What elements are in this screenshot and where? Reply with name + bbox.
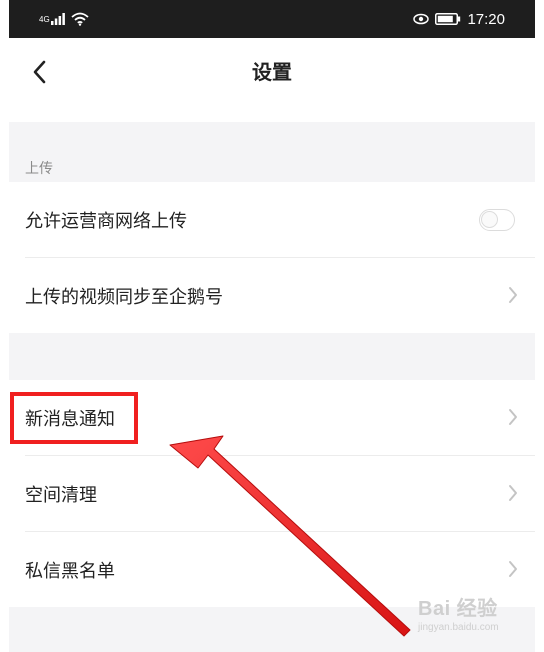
chevron-left-icon[interactable] — [30, 59, 50, 85]
status-right: 17:20 — [413, 11, 505, 28]
row-new-message-notification[interactable]: 新消息通知 — [9, 380, 535, 455]
signal-label: 4G — [39, 14, 50, 24]
carrier-upload-toggle[interactable] — [479, 209, 515, 231]
nav-bar: 设置 — [0, 38, 544, 106]
row-carrier-network-upload[interactable]: 允许运营商网络上传 — [9, 182, 535, 257]
bottom-spacer — [9, 607, 535, 652]
eye-icon — [413, 13, 430, 25]
wifi-icon — [71, 12, 89, 26]
row-dm-blacklist[interactable]: 私信黑名单 — [9, 532, 535, 607]
chevron-right-icon — [507, 559, 519, 579]
row-label: 私信黑名单 — [25, 560, 115, 582]
page-title: 设置 — [252, 60, 292, 84]
chevron-right-icon — [507, 407, 519, 427]
chevron-right-icon — [507, 285, 519, 305]
row-storage-cleanup[interactable]: 空间清理 — [9, 456, 535, 531]
row-label: 新消息通知 — [25, 408, 115, 430]
row-label: 空间清理 — [25, 484, 97, 506]
battery-icon — [435, 13, 461, 25]
toggle-knob — [481, 211, 498, 228]
section-header-upload: 上传 — [9, 122, 535, 182]
section-spacer — [9, 333, 535, 380]
status-bar: 4G 17:20 — [9, 0, 535, 38]
row-label: 上传的视频同步至企鹅号 — [25, 286, 223, 308]
status-left: 4G — [39, 12, 89, 26]
row-sync-video-qie[interactable]: 上传的视频同步至企鹅号 — [9, 258, 535, 333]
status-time: 17:20 — [467, 10, 505, 28]
row-label: 允许运营商网络上传 — [25, 210, 187, 232]
signal-icon: 4G — [39, 13, 65, 25]
chevron-right-icon — [507, 483, 519, 503]
